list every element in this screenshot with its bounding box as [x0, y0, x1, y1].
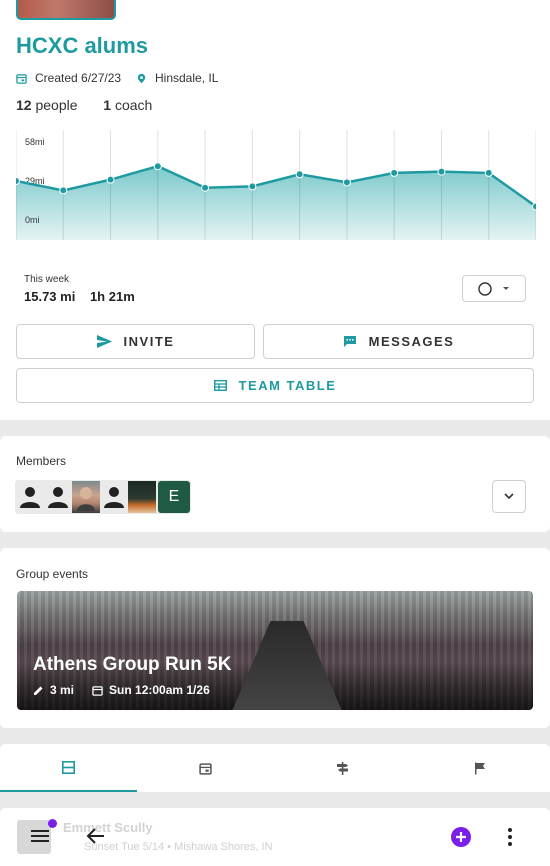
- weekly-mileage-chart: 58mi29mi0mi: [16, 130, 536, 240]
- calendar-icon: [16, 73, 27, 84]
- created-date-text: Created 6/27/23: [35, 71, 122, 85]
- created-date: Created 6/27/23: [16, 71, 121, 85]
- group-cover-image[interactable]: [16, 0, 116, 20]
- person-placeholder-icon: [20, 487, 40, 508]
- avatar[interactable]: [100, 481, 128, 513]
- back-arrow-icon[interactable]: [86, 827, 106, 845]
- metric-dropdown[interactable]: [462, 275, 526, 302]
- chart-point[interactable]: [295, 170, 304, 179]
- group-events-heading: Group events: [16, 567, 89, 581]
- feed-user-name[interactable]: Emmett Scully: [63, 820, 153, 835]
- event-meta: 3 mi Sun 12:00am 1/26: [33, 683, 210, 697]
- group-title: HCXC alums: [16, 33, 149, 58]
- chart-point[interactable]: [106, 175, 115, 184]
- tab-feed[interactable]: [0, 744, 137, 792]
- messages-label: MESSAGES: [368, 334, 455, 349]
- people-count: 12: [16, 97, 32, 113]
- event-title: Athens Group Run 5K: [33, 654, 232, 675]
- person-placeholder-icon: [104, 487, 124, 508]
- event-datetime: Sun 12:00am 1/26: [109, 683, 210, 697]
- coach-label: coach: [114, 97, 153, 113]
- chart-y-tick-label: 58mi: [25, 137, 45, 147]
- calendar-icon: [92, 685, 103, 696]
- calendar-icon: [199, 762, 212, 775]
- team-table-label: TEAM TABLE: [238, 378, 337, 393]
- content-tabs: [0, 744, 550, 792]
- chart-point[interactable]: [484, 168, 493, 177]
- circle-icon: [478, 281, 492, 296]
- table-icon: [213, 380, 227, 391]
- week-distance: 15.73 mi: [24, 289, 76, 304]
- people-label: people: [35, 97, 78, 113]
- more-vertical-icon[interactable]: [506, 827, 514, 847]
- chart-y-tick-label: 0mi: [25, 215, 40, 225]
- avatar[interactable]: [72, 481, 100, 513]
- chart-point[interactable]: [342, 178, 351, 187]
- person-placeholder-icon: [48, 487, 68, 508]
- coach-count: 1: [103, 97, 112, 113]
- activity-feed-item[interactable]: Emmett Scully Sunset Tue 5/14 • Mishawa …: [0, 808, 550, 866]
- chart-point[interactable]: [59, 186, 68, 195]
- messages-button[interactable]: MESSAGES: [263, 324, 534, 359]
- event-card[interactable]: Athens Group Run 5K 3 mi Sun 12:00am 1/2…: [17, 591, 533, 710]
- chart-area: [16, 166, 536, 240]
- notification-dot: [48, 819, 57, 828]
- stadium-track-graphic: [232, 621, 342, 710]
- person-photo-icon: [77, 487, 95, 511]
- chat-icon: [343, 336, 356, 347]
- chart-point[interactable]: [437, 167, 446, 176]
- tab-calendar[interactable]: [137, 744, 274, 792]
- menu-icon[interactable]: [30, 828, 50, 844]
- group-location: Hinsdale, IL: [136, 71, 218, 85]
- chart-point[interactable]: [153, 162, 162, 171]
- team-table-button[interactable]: TEAM TABLE: [16, 368, 534, 403]
- this-week-label: This week: [24, 274, 70, 285]
- member-counts: 12 people 1 coach: [16, 97, 152, 113]
- chart-point[interactable]: [248, 182, 257, 191]
- avatar[interactable]: [44, 481, 72, 513]
- invite-label: INVITE: [123, 334, 175, 349]
- chevron-down-icon: [503, 286, 509, 290]
- chart-point[interactable]: [201, 183, 210, 192]
- flag-icon: [474, 762, 485, 774]
- send-icon: [96, 335, 112, 348]
- avatar[interactable]: [16, 481, 44, 513]
- feed-icon: [62, 760, 75, 774]
- avatar[interactable]: [128, 481, 156, 513]
- signpost-icon: [337, 761, 348, 775]
- member-avatars[interactable]: E: [15, 480, 191, 514]
- tab-routes[interactable]: [274, 744, 411, 792]
- invite-button[interactable]: INVITE: [16, 324, 255, 359]
- event-distance: 3 mi: [50, 683, 75, 697]
- members-heading: Members: [16, 454, 67, 468]
- add-icon[interactable]: [451, 827, 471, 847]
- group-header-card: HCXC alums Created 6/27/23 Hinsdale, IL …: [0, 0, 550, 420]
- chevron-down-icon: [504, 493, 514, 500]
- tab-challenges[interactable]: [411, 744, 548, 792]
- chart-point[interactable]: [390, 168, 399, 177]
- feed-subtitle: Sunset Tue 5/14 • Mishawa Shores, IN: [84, 841, 273, 853]
- location-text: Hinsdale, IL: [155, 71, 219, 85]
- avatar[interactable]: E: [158, 481, 190, 513]
- pencil-icon: [34, 686, 43, 695]
- chart-point[interactable]: [532, 202, 537, 211]
- location-pin-icon: [137, 73, 146, 83]
- expand-members-button[interactable]: [492, 480, 526, 513]
- week-time: 1h 21m: [89, 289, 135, 304]
- chart-point[interactable]: [16, 177, 20, 185]
- this-week-stats: 15.73 mi 1h 21m: [24, 289, 146, 304]
